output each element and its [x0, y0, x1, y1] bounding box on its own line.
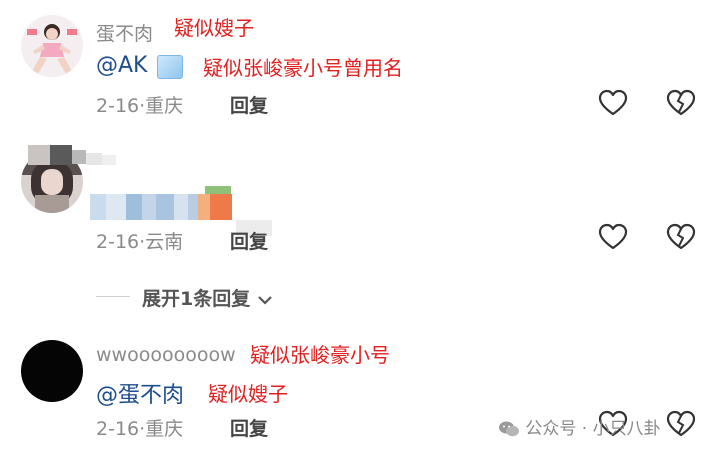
comment-1-date: 2-16 [96, 95, 140, 117]
pixel-block [156, 194, 174, 220]
watermark: 公众号 · 小只八卦 [498, 414, 661, 439]
comment-1-dislike-icon[interactable] [666, 88, 696, 118]
avatar-1-image [21, 15, 83, 77]
broken-heart-icon [666, 89, 696, 116]
pixel-block [90, 194, 106, 220]
pixel-block [188, 194, 198, 220]
comment-2-reply-button[interactable]: 回复 [230, 227, 268, 254]
pixel-block [198, 194, 210, 220]
comment-1-like-icon[interactable] [598, 88, 628, 118]
heart-icon [598, 223, 628, 250]
pixel-block [86, 153, 102, 165]
pixel-block [126, 194, 142, 220]
chevron-down-icon [258, 295, 272, 305]
comment-1-mention[interactable]: @AK [96, 53, 147, 78]
expand-replies-label: 展开1条回复 [142, 288, 251, 310]
comment-1-username[interactable]: 蛋不肉 [96, 19, 153, 46]
comment-3-username[interactable]: wwoooooooow [96, 344, 236, 366]
broken-heart-icon [666, 410, 696, 437]
avatar-3[interactable] [21, 340, 83, 402]
watermark-text: 公众号 · 小只八卦 [525, 419, 661, 439]
comment-3-mention[interactable]: @蛋不肉 [96, 377, 184, 409]
comment-3-date: 2-16 [96, 418, 140, 440]
comment-3-reply-button[interactable]: 回复 [230, 414, 268, 441]
pixel-block [174, 194, 188, 220]
pixel-block [106, 194, 126, 220]
comment-3-meta: 2-16·重庆 [96, 414, 183, 441]
expand-divider [96, 296, 130, 297]
comment-2-date: 2-16 [96, 231, 140, 253]
comment-2-location: 云南 [145, 231, 184, 253]
pixel-block [72, 150, 86, 164]
pixel-block [142, 194, 156, 220]
wechat-icon [499, 421, 519, 437]
heart-icon [598, 89, 628, 116]
comment-1-meta: 2-16·重庆 [96, 91, 183, 118]
pixel-block [102, 155, 116, 165]
pixel-block [50, 145, 72, 165]
pixel-block [28, 145, 50, 165]
comment-2-meta: 2-16·云南 [96, 227, 183, 254]
comment-1-location: 重庆 [145, 95, 184, 117]
comment-1-mention-annotation: 疑似张峻豪小号曾用名 [203, 56, 403, 80]
broken-heart-icon [666, 223, 696, 250]
comment-1-username-annotation: 疑似嫂子 [174, 16, 254, 40]
expand-replies-button[interactable]: 展开1条回复 [142, 284, 273, 311]
pixel-block [205, 186, 231, 194]
comment-3-mention-annotation: 疑似嫂子 [208, 382, 288, 406]
pixel-block [210, 194, 232, 220]
comment-2-dislike-icon[interactable] [666, 222, 696, 252]
ice-emoji-icon [157, 55, 183, 79]
comment-3-username-annotation: 疑似张峻豪小号 [250, 343, 390, 367]
comment-3-dislike-icon[interactable] [666, 409, 696, 439]
comment-1-reply-button[interactable]: 回复 [230, 91, 268, 118]
avatar-1[interactable] [21, 15, 83, 77]
comment-2-like-icon[interactable] [598, 222, 628, 252]
comment-3-location: 重庆 [145, 418, 184, 440]
